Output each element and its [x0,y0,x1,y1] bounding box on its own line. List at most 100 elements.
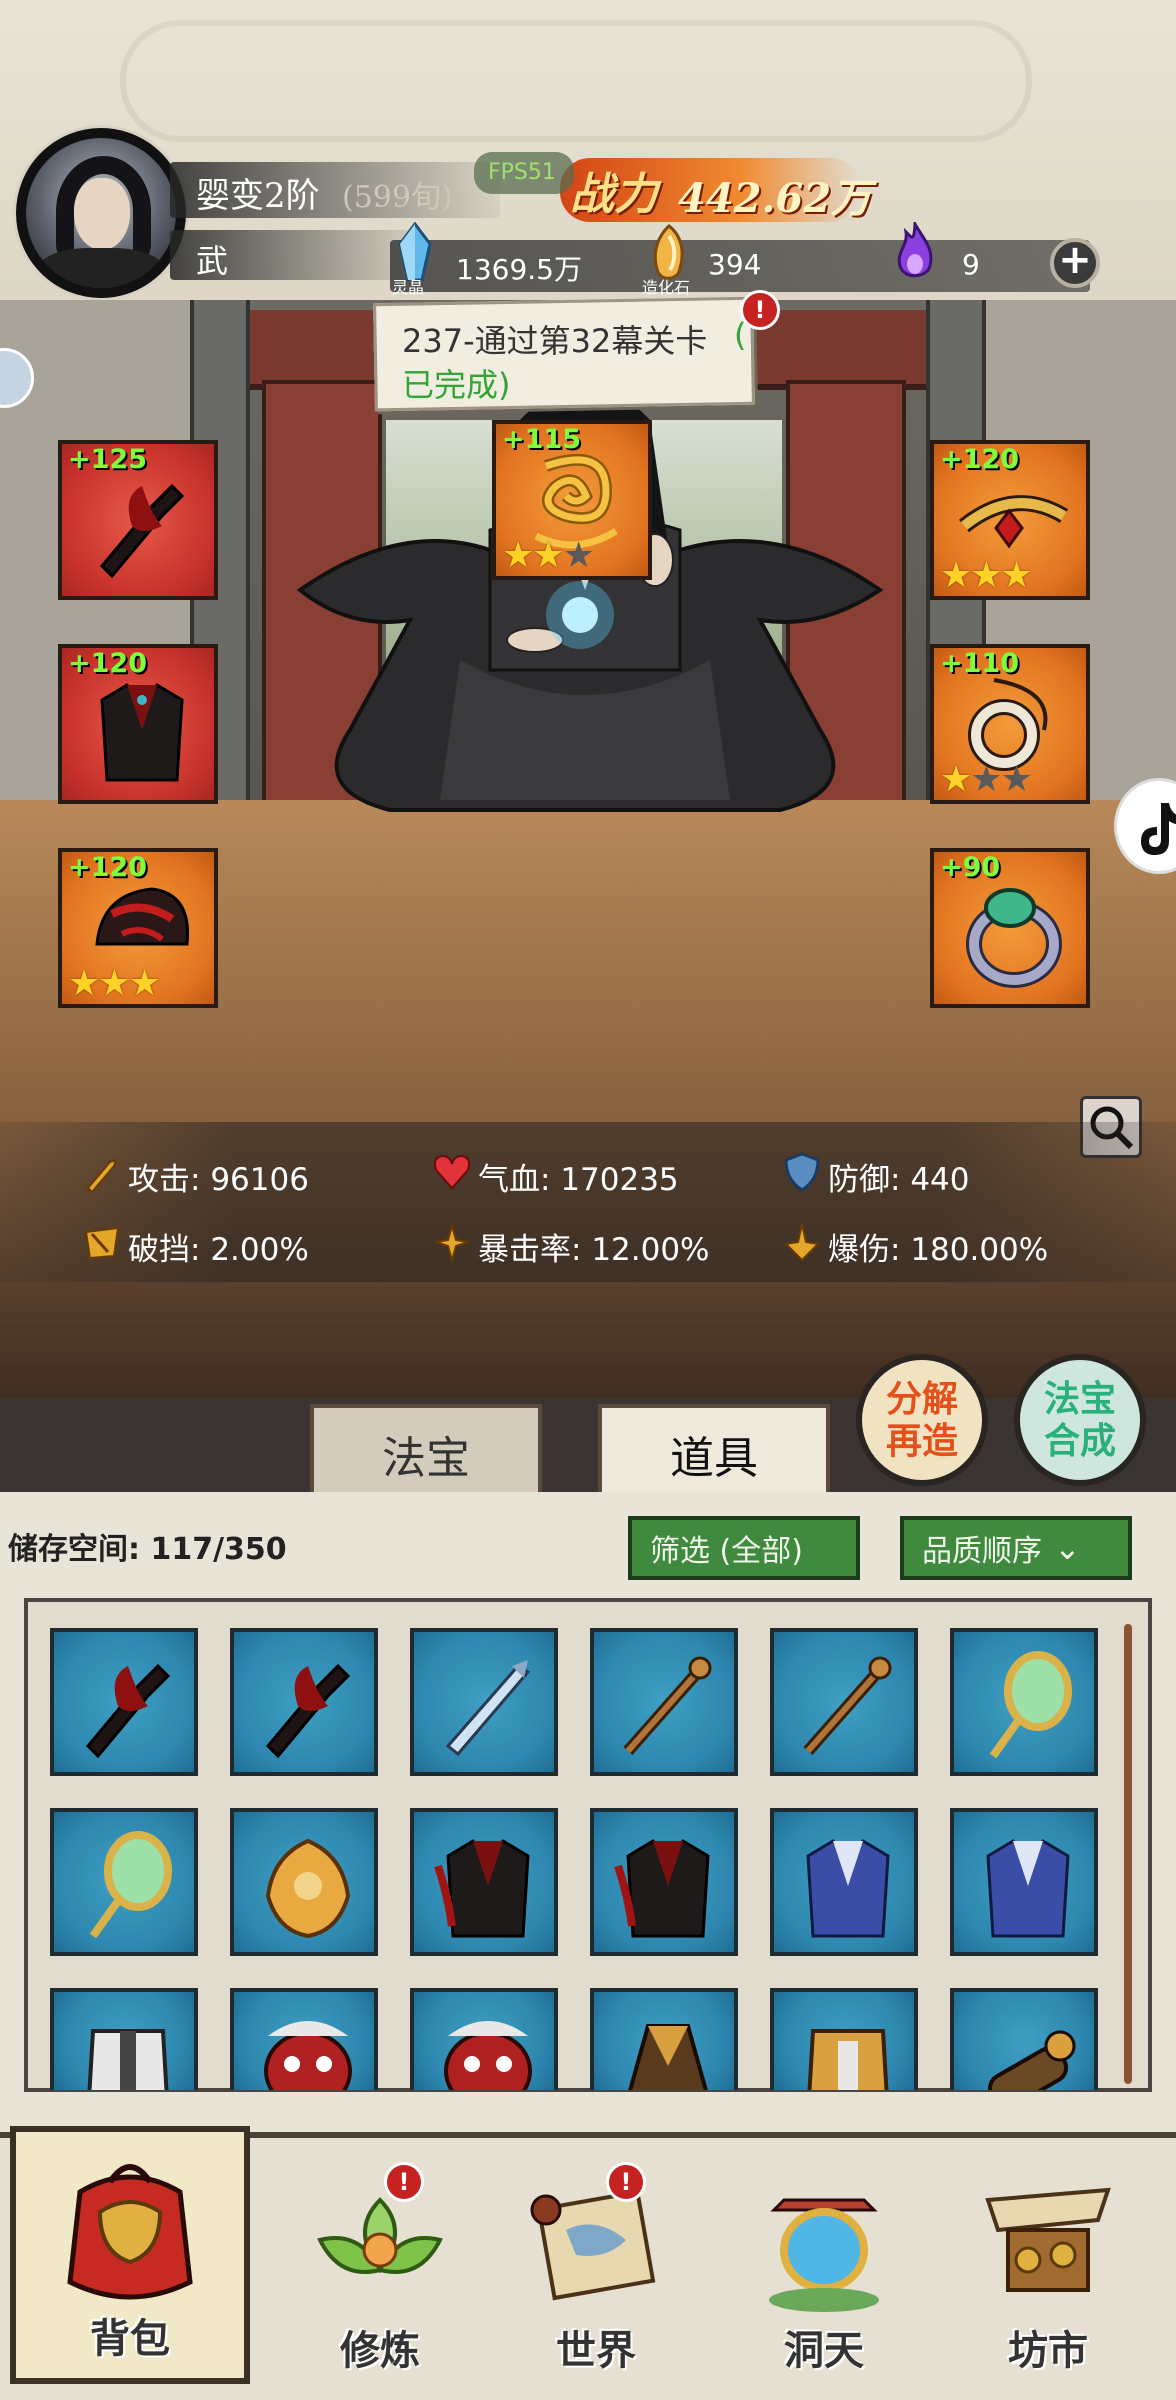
quest-status: 已完成) [402,366,511,404]
stat-label: 暴击率: [478,1232,582,1268]
creation-stone-icon [653,224,684,280]
sword-icon [86,1158,118,1194]
equip-slot-pendant[interactable]: +110 ★★★ [930,644,1090,804]
inventory-cell[interactable] [410,1988,558,2090]
player-avatar[interactable] [16,128,186,298]
player-age: (599旬) [342,180,453,215]
inventory-cell[interactable] [230,1628,378,1776]
nav-label: 坊市 [1008,2327,1088,2374]
nav-cave[interactable]: 洞天 [724,2150,924,2390]
stat-value: 96106 [210,1162,309,1198]
blue-robe-icon [986,1839,1070,1938]
inventory-cell[interactable] [50,1808,198,1956]
inventory-cell[interactable] [410,1628,558,1776]
nav-bag[interactable]: 背包 [10,2126,250,2384]
jade-mirror-icon [989,1651,1072,1759]
inventory-cell[interactable] [230,1808,378,1956]
equip-stars: ★★★ [940,759,1033,800]
blue-robe-icon [806,1839,890,1938]
tab-bar [0,1398,1176,1494]
inventory-cell[interactable] [50,1628,198,1776]
tab-treasure[interactable]: 法宝 [310,1404,542,1500]
purple-flame-icon [897,222,933,278]
stat-label: 爆伤: [828,1232,901,1268]
sort-dropdown[interactable]: 品质顺序 ⌄ [900,1516,1132,1580]
bag-icon [67,2164,193,2300]
nav-label: 洞天 [784,2327,864,2374]
dark-robe-icon [434,1839,530,1938]
bronze-staff-icon [623,1656,712,1755]
inventory-cell[interactable] [590,1628,738,1776]
nav-world[interactable]: ! 世界 [496,2150,696,2390]
equip-slot-helmet[interactable]: +120 ★★★ [58,848,218,1008]
equip-stars: ★★★ [68,963,161,1004]
inventory-cell[interactable] [590,1988,738,2090]
inventory-cell[interactable] [50,1988,198,2090]
market-stall-icon [985,2187,1111,2292]
equip-slot-treasure[interactable]: +115 ★★★ [492,420,652,580]
jade-mirror-icon [89,1831,172,1939]
break-icon [84,1226,120,1260]
quest-title: 237-通过第32幕关卡 [402,322,708,360]
golden-flower-armor-icon [265,1838,351,1939]
red-demon-mask-icon [444,2021,532,2090]
stat-value: 180.00% [910,1232,1049,1268]
nav-market[interactable]: 坊市 [948,2150,1148,2390]
inventory-scrollbar[interactable] [1124,1624,1132,2084]
stat-label: 攻击: [128,1162,201,1198]
stat-hp: 气血: 170235 [478,1154,679,1199]
scroll-map-icon [530,2189,656,2301]
inventory-cell[interactable] [230,1988,378,2090]
tab-items[interactable]: 道具 [598,1404,830,1500]
dark-blade-icon [265,1663,351,1759]
inventory-cell[interactable] [950,1808,1098,1956]
inventory-cell[interactable] [770,1628,918,1776]
equip-level: +125 [68,444,147,475]
creation-stone-label: 造化石 [642,278,691,297]
inventory-cell[interactable] [770,1808,918,1956]
spirit-crystal-value: 1369.5万 [456,253,582,286]
shield-icon [784,1152,820,1192]
equip-slot-weapon[interactable]: +125 [58,440,218,600]
stat-label: 防御: [828,1162,901,1198]
sort-label: 品质顺序 [922,1534,1042,1569]
decompose-button[interactable]: 分解 再造 [856,1354,988,1486]
equip-level: +90 [940,852,1001,883]
portal-icon [769,2198,879,2312]
synthesize-line2: 合成 [1043,1420,1116,1462]
inventory-cell[interactable] [950,1988,1098,2090]
stat-value: 440 [910,1162,970,1198]
nav-cultivate[interactable]: ! 修炼 [280,2150,480,2390]
equip-slot-headband[interactable]: +120 ★★★ [930,440,1090,600]
stat-value: 170235 [560,1162,679,1198]
inventory-cell[interactable] [770,1988,918,2090]
player-rank: 婴变2阶 [196,176,320,216]
equip-slot-ring[interactable]: +90 [930,848,1090,1008]
nav-label: 修炼 [340,2327,420,2374]
player-class: 武 [196,242,229,280]
dark-robe-icon [614,1839,710,1938]
inventory-cell[interactable] [410,1808,558,1956]
stat-attack: 攻击: 96106 [128,1154,309,1199]
power-value: 442.62万 [678,175,872,222]
synthesize-line1: 法宝 [1043,1378,1116,1420]
fps-counter: FPS51 [474,152,574,194]
synthesize-button[interactable]: 法宝 合成 [1014,1354,1146,1486]
chevron-down-icon: ⌄ [1054,1529,1081,1567]
add-resource-button[interactable]: + [1050,238,1100,288]
equip-stars: ★★★ [940,555,1033,596]
dark-blade-icon [85,1663,171,1759]
quest-alert-badge: ! [740,290,780,330]
inventory-cell[interactable] [590,1808,738,1956]
equip-level: +120 [68,648,147,679]
creation-stone-value: 394 [708,248,762,281]
decompose-line1: 分解 [885,1378,958,1420]
purple-flame-value: 9 [962,248,980,281]
stat-label: 破挡: [128,1232,201,1268]
crit-icon [435,1222,469,1262]
spirit-crystal-icon [398,222,432,282]
filter-button[interactable]: 筛选 (全部) [628,1516,860,1580]
inventory-cell[interactable] [950,1628,1098,1776]
crit-damage-icon [783,1223,821,1262]
equip-slot-robe[interactable]: +120 [58,644,218,804]
